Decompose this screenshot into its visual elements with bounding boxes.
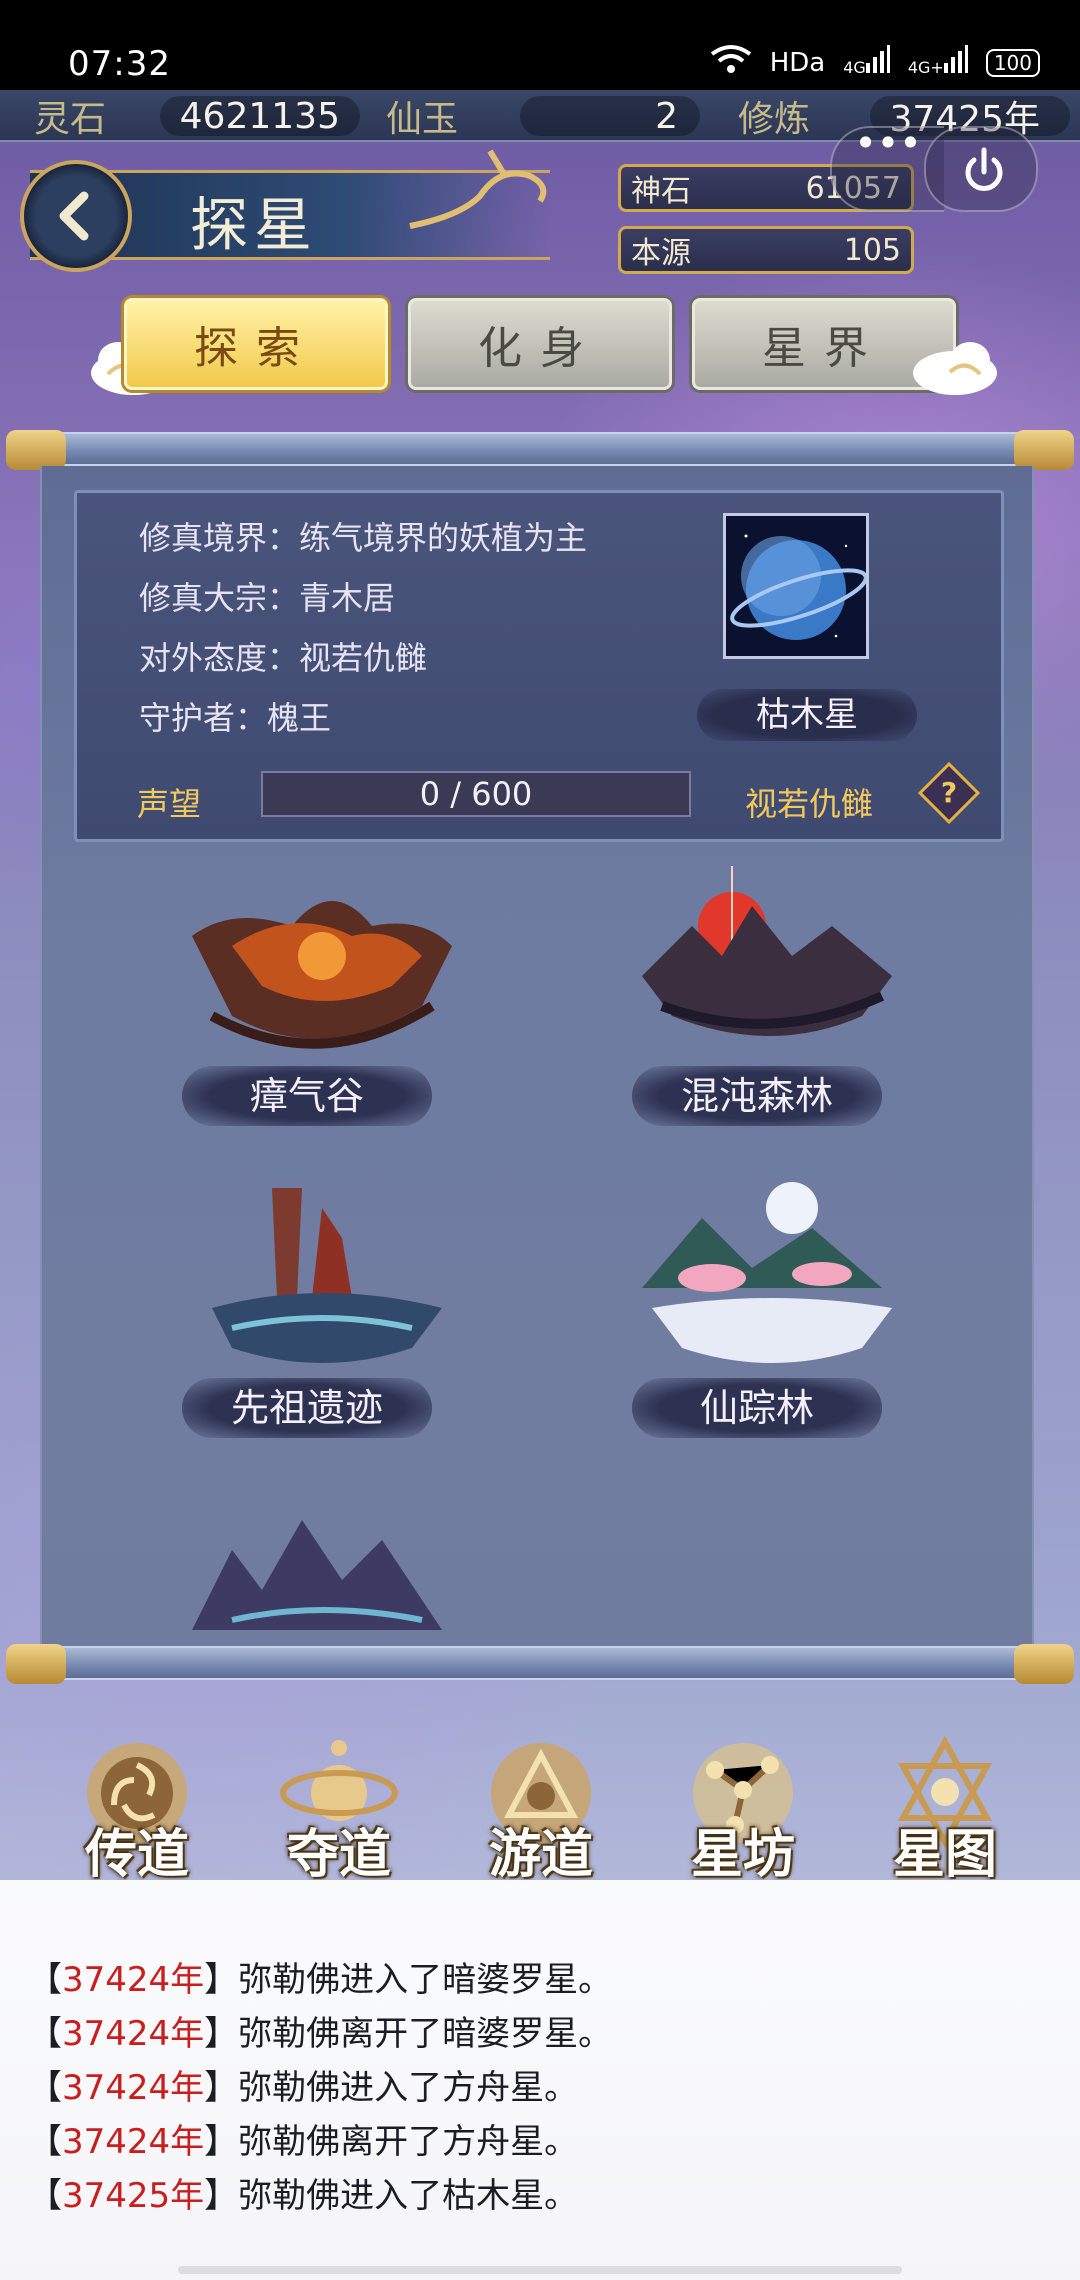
resource-label: 修炼 xyxy=(738,99,811,140)
currency-label: 神石 xyxy=(631,174,691,209)
log-year: 37424年 xyxy=(62,1960,205,2000)
scroll-cap xyxy=(6,1644,66,1684)
info-sect: 修真大宗：青木居 xyxy=(139,579,396,617)
blossom-island-icon xyxy=(642,1182,892,1363)
currency-label: 本源 xyxy=(631,236,691,271)
explore-panel: 修真境界：练气境界的妖植为主 修真大宗：青木居 对外态度：视若仇雠 守护者：槐王… xyxy=(40,466,1034,1646)
tab-explore[interactable]: 探索 xyxy=(124,298,388,390)
planet-image xyxy=(723,513,869,659)
signal-icon-2: 4G+ xyxy=(908,45,968,80)
resource-value: 2 xyxy=(655,95,678,137)
log-year: 37424年 xyxy=(62,2068,205,2108)
log-text: 弥勒佛进入了方舟星。 xyxy=(238,2068,579,2108)
location-hundunsenlin[interactable]: 混沌森林 xyxy=(602,866,922,1146)
scroll-cap xyxy=(1014,430,1074,470)
cloud-ornament-icon xyxy=(400,146,550,246)
dock-label: 游道 xyxy=(488,1824,593,1885)
red-sun-island-icon xyxy=(642,866,892,1036)
scroll-top-rod xyxy=(6,430,1074,470)
info-realm: 修真境界：练气境界的妖植为主 xyxy=(139,519,588,557)
resource-xianyu: 仙玉 2 xyxy=(386,90,692,142)
resource-value: 4621135 xyxy=(179,95,340,137)
reputation-status: 视若仇雠 xyxy=(745,785,874,823)
network-label: HDa xyxy=(769,47,826,78)
log-entry: 【37425年】弥勒佛进入了枯木星。 xyxy=(28,2176,579,2216)
log-text: 弥勒佛离开了方舟星。 xyxy=(238,2122,579,2162)
bottom-dock: 传道 夺道 游道 星坊 星图 xyxy=(0,1700,1080,1900)
info-guardian: 守护者：槐王 xyxy=(139,699,332,737)
log-year: 37424年 xyxy=(62,2014,205,2054)
log-entry: 【37424年】弥勒佛离开了暗婆罗星。 xyxy=(28,2014,613,2054)
log-entry: 【37424年】弥勒佛离开了方舟星。 xyxy=(28,2122,579,2162)
location-name: 瘴气谷 xyxy=(182,1066,432,1126)
title-bar: 探星 xyxy=(0,149,560,272)
tab-avatar[interactable]: 化身 xyxy=(408,298,672,390)
location-name: 仙踪林 xyxy=(632,1378,882,1438)
home-indicator[interactable] xyxy=(178,2266,902,2274)
log-text: 弥勒佛进入了暗婆罗星。 xyxy=(238,1960,613,2000)
battery-icon: 100 xyxy=(985,48,1040,77)
dock-label: 星坊 xyxy=(690,1824,795,1885)
resource-lingshi: 灵石 4621135 xyxy=(34,90,354,142)
reputation-text: 0 / 600 xyxy=(419,775,533,813)
help-glyph: ? xyxy=(940,776,958,809)
currency-benyuan: 本源 105 xyxy=(618,226,914,274)
location-partial[interactable] xyxy=(152,1490,472,1650)
dock-label: 传道 xyxy=(84,1824,189,1885)
location-name: 先祖遗迹 xyxy=(182,1378,432,1438)
signal-1-label: 4G xyxy=(843,58,866,77)
volcano-island-icon xyxy=(192,901,452,1049)
scroll-bottom-rod xyxy=(6,1644,1074,1684)
signal-icon-1: 4G xyxy=(843,45,890,80)
planet-name: 枯木星 xyxy=(697,689,917,741)
log-text: 弥勒佛进入了枯木星。 xyxy=(238,2176,579,2216)
log-year: 37424年 xyxy=(62,2122,205,2162)
power-button[interactable] xyxy=(924,126,1038,212)
location-name: 混沌森林 xyxy=(632,1066,882,1126)
signal-2-label: 4G+ xyxy=(907,58,944,77)
status-bar: 07:32 HDa 4G 4G+ 100 xyxy=(0,0,1080,90)
ruins-island-icon xyxy=(212,1188,442,1363)
help-icon[interactable]: ? xyxy=(917,761,981,825)
reputation-bar: 0 / 600 xyxy=(261,771,691,817)
star-info-card: 修真境界：练气境界的妖植为主 修真大宗：青木居 对外态度：视若仇雠 守护者：槐王… xyxy=(74,490,1004,842)
page-title: 探星 xyxy=(190,191,319,259)
dock-duodao[interactable]: 夺道 xyxy=(264,1700,414,1900)
cloud-right-icon xyxy=(913,342,997,395)
tab-bar: 探索 化身 星界 xyxy=(0,298,1080,395)
dock-youdao[interactable]: 游道 xyxy=(466,1700,616,1900)
scroll-cap xyxy=(1014,1644,1074,1684)
resource-label: 仙玉 xyxy=(386,99,459,140)
currency-value: 105 xyxy=(843,232,901,268)
dock-chuandao[interactable]: 传道 xyxy=(62,1700,212,1900)
event-log: 【37424年】弥勒佛进入了暗婆罗星。 【37424年】弥勒佛离开了暗婆罗星。 … xyxy=(0,1880,1080,2280)
status-time: 07:32 xyxy=(68,44,171,84)
location-zhangqigu[interactable]: 瘴气谷 xyxy=(152,866,472,1146)
resource-label: 灵石 xyxy=(34,99,107,140)
dock-xingtu[interactable]: 星图 xyxy=(870,1700,1020,1900)
log-text: 弥勒佛离开了暗婆罗星。 xyxy=(238,2014,613,2054)
back-arrow-icon xyxy=(59,191,89,241)
location-xianzonglin[interactable]: 仙踪林 xyxy=(602,1178,922,1458)
wifi-icon xyxy=(710,44,752,81)
scroll-cap xyxy=(6,430,66,470)
dock-label: 星图 xyxy=(892,1824,997,1885)
dock-label: 夺道 xyxy=(286,1824,391,1885)
reputation-label: 声望 xyxy=(137,785,202,823)
power-icon xyxy=(965,147,1003,191)
dock-xingfang[interactable]: 星坊 xyxy=(668,1700,818,1900)
log-year: 37425年 xyxy=(62,2176,205,2216)
log-entry: 【37424年】弥勒佛进入了暗婆罗星。 xyxy=(28,1960,613,2000)
log-entry: 【37424年】弥勒佛进入了方舟星。 xyxy=(28,2068,579,2108)
back-button[interactable] xyxy=(20,160,132,272)
location-xianzuyiji[interactable]: 先祖遗迹 xyxy=(152,1178,472,1458)
info-attitude: 对外态度：视若仇雠 xyxy=(139,639,428,677)
